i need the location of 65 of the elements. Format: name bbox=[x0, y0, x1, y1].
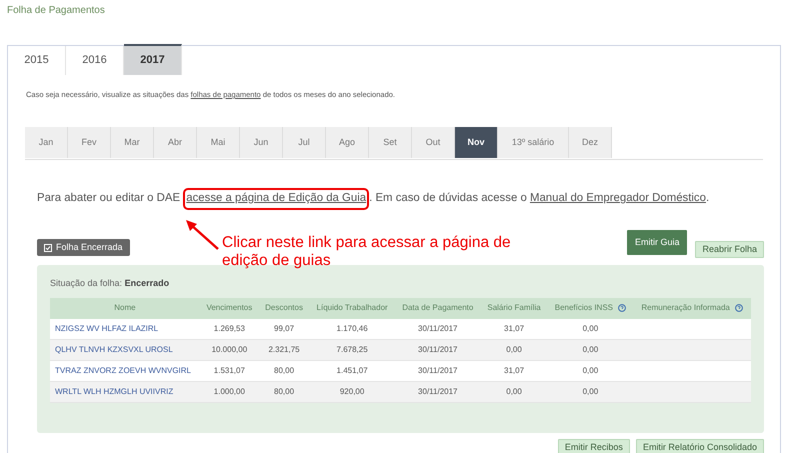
table-cell: 30/11/2017 bbox=[394, 382, 481, 403]
employee-link[interactable]: QLHV TLNVH KZXSVXL UROSL bbox=[50, 340, 200, 361]
table-cell: 0,00 bbox=[547, 340, 634, 361]
column-header: Salário Família bbox=[480, 298, 548, 319]
table-cell: 920,00 bbox=[309, 382, 395, 403]
receipts-button[interactable]: Emitir Recibos bbox=[558, 439, 630, 453]
table-cell: 30/11/2017 bbox=[394, 340, 481, 361]
year-tab[interactable]: 2017 bbox=[124, 44, 182, 75]
table-cell: 2.321,75 bbox=[258, 340, 310, 361]
report-button[interactable]: Emitir Relatório Consolidado bbox=[636, 439, 764, 453]
table-cell: 10.000,00 bbox=[200, 340, 259, 361]
column-header: Data de Pagamento bbox=[394, 298, 481, 319]
month-tab[interactable]: Jan bbox=[25, 127, 68, 158]
sheet-status: Situação da folha: Encerrado bbox=[50, 277, 170, 290]
header-label: Remuneração Informada bbox=[641, 303, 730, 312]
manual-link[interactable]: Manual do Empregador Doméstico bbox=[530, 192, 706, 204]
table-cell: 1.531,07 bbox=[200, 360, 259, 382]
status-label: Folha Encerrada bbox=[56, 240, 123, 254]
annotation-arrow bbox=[186, 220, 219, 250]
info-text: Para abater ou editar o DAE acesse a página de Edição da Guia . Em caso de dúvidas acesse o Manual do Empregador Doméstico. bbox=[37, 188, 780, 210]
page-title: Folha de Pagamentos bbox=[6, 4, 106, 18]
table-cell: 30/11/2017 bbox=[394, 318, 481, 340]
month-tab[interactable]: Nov bbox=[455, 127, 498, 158]
table-cell: 0,00 bbox=[480, 382, 548, 403]
column-header: Líquido Trabalhador bbox=[309, 298, 395, 319]
month-tab[interactable]: 13º salário bbox=[498, 127, 569, 158]
employee-link[interactable]: WRLTL WLH HZMGLH UVIIVRIZ bbox=[50, 382, 200, 403]
table-cell: 7.678,25 bbox=[309, 340, 395, 361]
checkbox-icon bbox=[44, 244, 52, 252]
table-cell: 99,07 bbox=[258, 318, 310, 340]
table-cell: 1.451,07 bbox=[309, 360, 395, 382]
header-label: Benefícios INSS bbox=[554, 303, 613, 312]
table-cell: 0,00 bbox=[547, 318, 634, 340]
table-cell: 0,00 bbox=[547, 382, 634, 403]
employee-link[interactable]: NZIGSZ WV HLFAZ ILAZIRL bbox=[50, 318, 200, 340]
issue-guide-button[interactable]: Emitir Guia bbox=[626, 230, 688, 256]
month-tab[interactable]: Out bbox=[412, 127, 455, 158]
help-icon[interactable] bbox=[734, 304, 743, 312]
month-tab[interactable]: Jul bbox=[283, 127, 326, 158]
month-tab[interactable]: Fev bbox=[68, 127, 111, 158]
table-cell: 31,07 bbox=[480, 318, 548, 340]
month-tab[interactable]: Ago bbox=[326, 127, 369, 158]
month-tab[interactable]: Dez bbox=[569, 127, 612, 158]
table-cell: 80,00 bbox=[258, 382, 310, 403]
table-cell: 1.269,53 bbox=[200, 318, 259, 340]
table-cell: 0,00 bbox=[480, 340, 548, 361]
table-cell: 1.000,00 bbox=[200, 382, 259, 403]
month-tab[interactable]: Mar bbox=[111, 127, 154, 158]
annotation-text: Clicar neste link para acessar a página de edição de guias bbox=[222, 234, 512, 270]
table-cell: 80,00 bbox=[258, 360, 310, 382]
table-cell: 31,07 bbox=[480, 360, 548, 382]
month-tab[interactable]: Set bbox=[369, 127, 412, 158]
guide-edit-link[interactable]: acesse a página de Edição da Guia bbox=[183, 188, 370, 210]
column-header: Vencimentos bbox=[200, 298, 259, 319]
column-header: Descontos bbox=[258, 298, 310, 319]
table-cell: 0,00 bbox=[547, 360, 634, 382]
reopen-button[interactable]: Reabrir Folha bbox=[695, 240, 764, 258]
employee-link[interactable]: TVRAZ ZNVORZ ZOEVH WVNVGIRL bbox=[50, 360, 200, 382]
table-cell: 1.170,46 bbox=[309, 318, 395, 340]
table-cell: 30/11/2017 bbox=[394, 360, 481, 382]
month-tab[interactable]: Mai bbox=[197, 127, 240, 158]
help-icon[interactable] bbox=[618, 304, 626, 312]
month-tab[interactable]: Abr bbox=[154, 127, 197, 158]
column-header: Nome bbox=[50, 298, 200, 319]
month-tab[interactable]: Jun bbox=[240, 127, 283, 158]
